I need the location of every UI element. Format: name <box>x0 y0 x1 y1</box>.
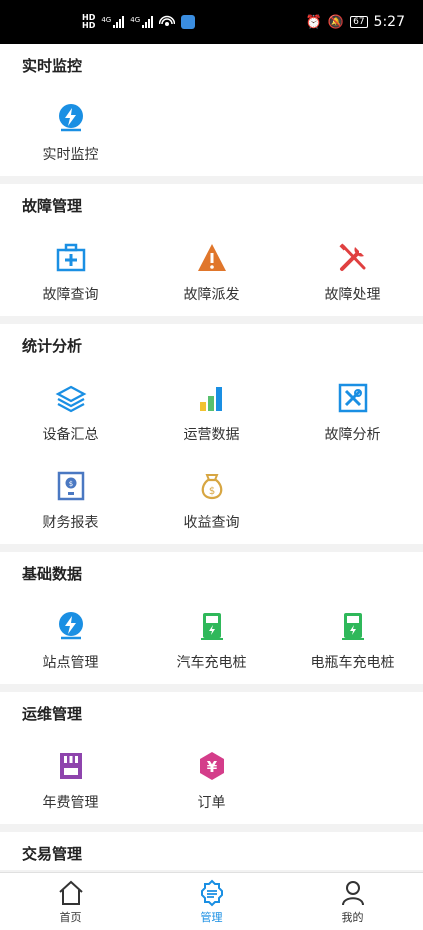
section-transaction-management: 交易管理 <box>0 832 423 870</box>
menu-item-label: 故障分析 <box>324 427 381 443</box>
svg-text:$: $ <box>68 480 72 488</box>
layers-icon <box>55 382 87 414</box>
tab-home[interactable]: 首页 <box>0 873 141 930</box>
lightning-pin-icon <box>55 610 87 642</box>
menu-item-fault-analysis[interactable]: 故障分析 <box>282 368 423 456</box>
menu-item-label: 年费管理 <box>42 795 99 811</box>
user-icon <box>341 880 364 905</box>
menu-item-label: 设备汇总 <box>42 427 99 443</box>
hd-indicator: HD HD <box>82 13 96 30</box>
section-basic-data: 基础数据 站点管理 汽车充电桩 电瓶车充电桩 <box>0 552 423 684</box>
menu-item-realtime-monitor[interactable]: 实时监控 <box>0 88 141 176</box>
status-bar: HD HD 4G 4G ⏰ 🔕 67 5:27 <box>0 0 423 44</box>
tab-label: 首页 <box>59 910 82 924</box>
section-title: 基础数据 <box>22 565 83 583</box>
menu-item-device-summary[interactable]: 设备汇总 <box>0 368 141 456</box>
signal-2-icon: 4G <box>130 16 154 28</box>
section-realtime-monitor: 实时监控 实时监控 <box>0 44 423 176</box>
battery-icon: 67 <box>350 16 368 28</box>
menu-item-label: 运营数据 <box>183 427 240 443</box>
lightning-pin-icon <box>55 102 87 134</box>
mute-icon: 🔕 <box>327 14 345 30</box>
svg-text:¥: ¥ <box>206 758 217 776</box>
section-title: 故障管理 <box>22 197 83 215</box>
menu-item-label: 电瓶车充电桩 <box>310 655 395 671</box>
menu-item-fault-query[interactable]: 故障查询 <box>0 228 141 316</box>
menu-item-label: 汽车充电桩 <box>176 655 247 671</box>
menu-item-label: 站点管理 <box>42 655 99 671</box>
menu-item-orders[interactable]: ¥ 订单 <box>141 736 282 824</box>
section-grid: 年费管理 ¥ 订单 <box>0 736 423 824</box>
tab-mine[interactable]: 我的 <box>282 873 423 930</box>
section-fault-management: 故障管理 故障查询 故障派发 故障处理 <box>0 184 423 316</box>
money-bag-icon: $ <box>196 470 228 502</box>
menu-item-label: 实时监控 <box>42 147 99 163</box>
status-right: ⏰ 🔕 67 5:27 <box>306 14 405 30</box>
signal-1-icon: 4G <box>101 16 125 28</box>
charger-green-icon <box>196 610 228 642</box>
bottom-tab-bar: 首页 管理 我的 <box>0 872 423 930</box>
section-title: 交易管理 <box>22 845 83 863</box>
menu-item-label: 订单 <box>197 795 226 811</box>
tab-management[interactable]: 管理 <box>141 873 282 930</box>
menu-item-label: 故障处理 <box>324 287 381 303</box>
wrench-box-icon <box>337 382 369 414</box>
yuan-badge-icon: ¥ <box>196 750 228 782</box>
sd-card-icon <box>55 750 87 782</box>
medical-kit-icon <box>55 242 87 274</box>
wifi-hotspot-icon <box>159 15 176 26</box>
section-grid: 故障查询 故障派发 故障处理 <box>0 228 423 316</box>
section-grid: 站点管理 汽车充电桩 电瓶车充电桩 <box>0 596 423 684</box>
menu-item-label: 财务报表 <box>42 515 99 531</box>
clock: 5:27 <box>373 14 405 30</box>
svg-text:$: $ <box>208 486 214 497</box>
bar-chart-icon <box>196 382 228 414</box>
tab-label: 管理 <box>200 910 223 924</box>
section-grid: 设备汇总 运营数据 故障分析 $ 财务报表 $ 收益查询 <box>0 368 423 544</box>
charger-green-icon <box>337 610 369 642</box>
tab-label: 我的 <box>341 910 364 924</box>
section-operation-maintenance: 运维管理 年费管理 ¥ 订单 <box>0 692 423 824</box>
menu-item-revenue-query[interactable]: $ 收益查询 <box>141 456 282 544</box>
settings-gear-icon <box>200 879 223 906</box>
app-notification-icon <box>181 15 196 29</box>
section-grid: 实时监控 <box>0 88 423 176</box>
menu-item-label: 故障查询 <box>42 287 99 303</box>
section-statistics: 统计分析 设备汇总 运营数据 故障分析 $ 财务报表 $ 收益查询 <box>0 324 423 544</box>
finance-report-icon: $ <box>55 470 87 502</box>
menu-item-label: 收益查询 <box>183 515 240 531</box>
menu-item-financial-report[interactable]: $ 财务报表 <box>0 456 141 544</box>
home-icon <box>58 880 83 905</box>
menu-item-station-management[interactable]: 站点管理 <box>0 596 141 684</box>
menu-content: 实时监控 实时监控 故障管理 故障查询 故障派发 故障处理 统计分析 设备汇总 … <box>0 44 423 870</box>
status-left: HD HD 4G 4G <box>82 13 196 30</box>
menu-item-label: 故障派发 <box>183 287 240 303</box>
menu-item-operation-data[interactable]: 运营数据 <box>141 368 282 456</box>
tools-icon <box>337 242 369 274</box>
menu-item-ebike-charger[interactable]: 电瓶车充电桩 <box>282 596 423 684</box>
menu-item-car-charger[interactable]: 汽车充电桩 <box>141 596 282 684</box>
section-title: 实时监控 <box>22 57 83 75</box>
menu-item-fault-handling[interactable]: 故障处理 <box>282 228 423 316</box>
section-title: 运维管理 <box>22 705 83 723</box>
alarm-icon: ⏰ <box>305 14 322 30</box>
menu-item-fault-dispatch[interactable]: 故障派发 <box>141 228 282 316</box>
warning-triangle-icon <box>196 242 228 274</box>
menu-item-annual-fee[interactable]: 年费管理 <box>0 736 141 824</box>
section-title: 统计分析 <box>22 337 83 355</box>
